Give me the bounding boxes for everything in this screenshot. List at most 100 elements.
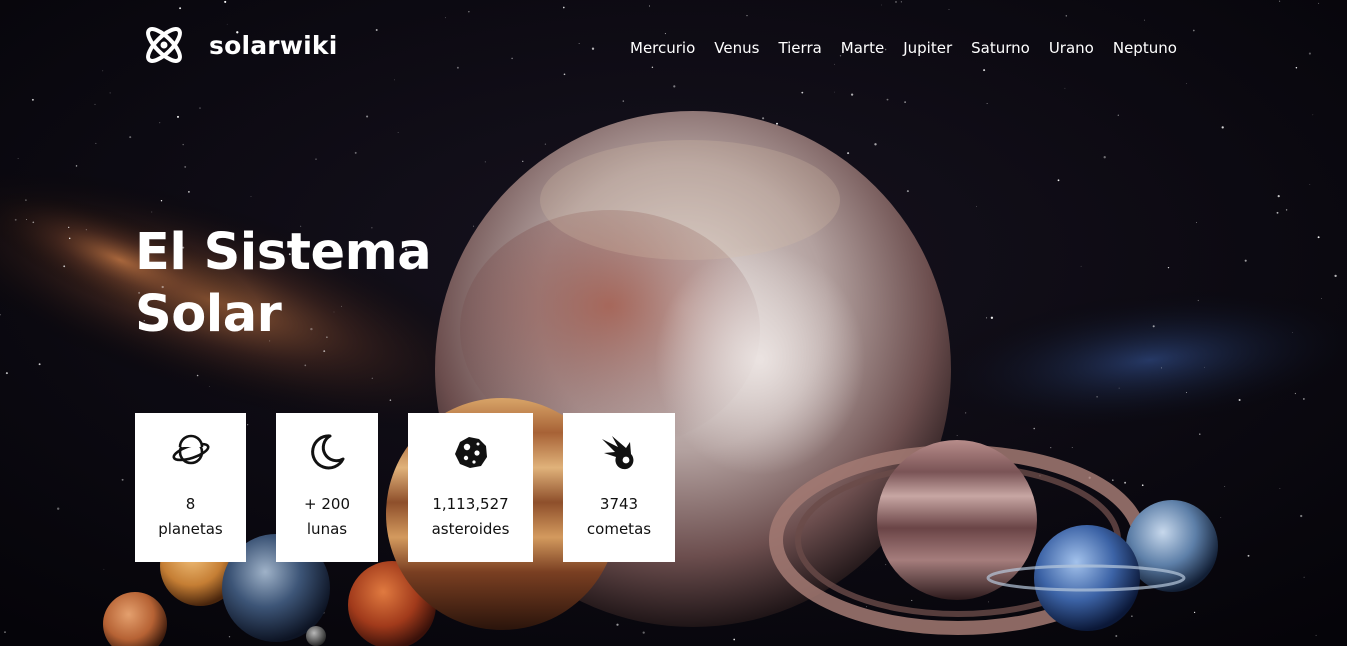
star (1115, 635, 1118, 637)
star (159, 122, 161, 124)
star (68, 237, 71, 240)
star (885, 564, 887, 566)
star (1279, 488, 1281, 489)
star (228, 636, 231, 638)
star (911, 599, 913, 601)
star (1221, 126, 1224, 129)
nav-link-tierra[interactable]: Tierra (778, 38, 821, 58)
star (95, 142, 97, 144)
star (68, 226, 70, 228)
nav-link-venus[interactable]: Venus (714, 38, 759, 58)
star (14, 218, 17, 221)
star (129, 136, 132, 139)
moon-icon (311, 434, 345, 470)
star (1277, 195, 1280, 198)
star (1057, 179, 1060, 182)
star (904, 101, 906, 103)
star (94, 103, 96, 105)
star (1131, 615, 1133, 617)
star (1285, 209, 1288, 211)
star (622, 100, 625, 102)
star (1124, 481, 1127, 484)
star (184, 165, 187, 168)
star (990, 316, 994, 319)
star (397, 132, 399, 134)
star (247, 424, 249, 426)
star (986, 317, 988, 319)
star (25, 219, 27, 221)
stat-value: 1,113,527 (432, 495, 509, 513)
star (57, 507, 60, 510)
star (1197, 299, 1199, 302)
nav-link-marte[interactable]: Marte (841, 38, 884, 58)
site-header: solarwiki Mercurio Venus Tierra Marte Ju… (0, 0, 1347, 96)
stat-label: cometas (586, 520, 652, 538)
star (976, 206, 977, 208)
star (1193, 611, 1196, 614)
star (473, 225, 475, 227)
stat-card-asteroids: 1,113,527 asteroides (408, 413, 533, 562)
star (1112, 479, 1114, 481)
nav-link-saturno[interactable]: Saturno (971, 38, 1030, 58)
star (17, 158, 19, 159)
star (121, 478, 124, 481)
star (1315, 634, 1317, 636)
page-title: El Sistema Solar (135, 222, 455, 346)
star (1276, 211, 1279, 214)
star (484, 161, 486, 163)
star (1152, 325, 1155, 328)
star (1096, 396, 1098, 398)
brand-name: solarwiki (209, 30, 338, 60)
star (38, 363, 41, 366)
star (1118, 387, 1120, 389)
stat-value: 8 (185, 495, 196, 513)
star (75, 165, 78, 167)
star (762, 117, 765, 120)
star (522, 160, 524, 162)
star (1238, 398, 1241, 402)
star (103, 568, 105, 570)
star (4, 631, 6, 633)
star (1244, 259, 1247, 262)
star (354, 151, 357, 154)
page-title-line2: Solar (135, 285, 282, 344)
nav-link-neptuno[interactable]: Neptuno (1113, 38, 1177, 58)
star (160, 200, 163, 202)
star (1220, 516, 1222, 518)
star (1204, 366, 1205, 368)
star (1186, 392, 1188, 394)
nav-link-jupiter[interactable]: Jupiter (903, 38, 952, 58)
star (1103, 156, 1106, 159)
stat-value: + 200 (304, 495, 350, 513)
star (988, 601, 989, 603)
site-logo[interactable]: solarwiki (141, 22, 338, 68)
star (25, 199, 27, 201)
star (1033, 427, 1035, 430)
star (616, 623, 619, 626)
star (1303, 398, 1305, 400)
star (199, 107, 201, 109)
star (176, 115, 180, 118)
stat-card-planets: 8 planetas (135, 413, 246, 562)
star (776, 122, 778, 125)
star (5, 372, 8, 375)
planet-icon (171, 434, 210, 465)
star (874, 143, 877, 146)
star (886, 98, 889, 101)
star (1224, 486, 1226, 488)
nav-link-urano[interactable]: Urano (1049, 38, 1094, 58)
stat-label: asteroides (431, 520, 510, 538)
star (1303, 576, 1305, 578)
nav-link-mercurio[interactable]: Mercurio (630, 38, 695, 58)
star (1309, 184, 1311, 185)
star (1167, 266, 1170, 269)
star (956, 434, 958, 436)
star (1195, 221, 1198, 224)
star (986, 103, 988, 104)
star (63, 265, 66, 268)
star (85, 229, 87, 231)
star (188, 191, 190, 193)
star (1160, 367, 1163, 369)
stat-card-comets: 3743 cometas (563, 413, 675, 562)
star (208, 386, 210, 387)
